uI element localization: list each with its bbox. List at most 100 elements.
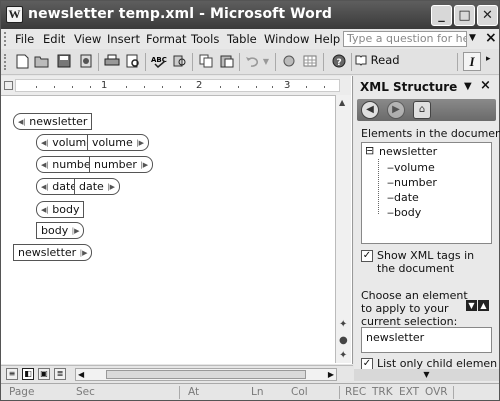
elements-label: Elements in the document: bbox=[361, 127, 500, 140]
element-selection-item[interactable]: newsletter bbox=[366, 331, 424, 344]
toolbar-separator bbox=[351, 53, 352, 71]
undo-icon[interactable] bbox=[244, 53, 260, 69]
horizontal-ruler[interactable]: 1 2 3 bbox=[1, 76, 351, 96]
elements-tree[interactable]: ⊟ newsletter ‒volume ‒number ‒date ‒body bbox=[361, 142, 492, 244]
maximize-button[interactable]: □ bbox=[454, 5, 475, 26]
reorder-arrows[interactable]: ▼ ▲ bbox=[465, 300, 489, 311]
research-icon[interactable] bbox=[172, 53, 188, 69]
horizontal-scrollbar[interactable]: ◀ ▶ bbox=[75, 368, 337, 381]
show-xml-tags-checkbox[interactable]: ✓ bbox=[361, 250, 373, 262]
web-layout-view-icon[interactable]: ◧ bbox=[22, 368, 34, 380]
pane-dropdown-icon[interactable]: ▼ bbox=[464, 81, 472, 92]
menu-grip-handle[interactable] bbox=[4, 32, 8, 46]
show-xml-tags-option[interactable]: ✓ Show XML tags in the document bbox=[361, 249, 493, 275]
print-layout-view-icon[interactable]: ▣ bbox=[38, 368, 50, 380]
pane-title: XML Structure bbox=[360, 80, 458, 94]
xml-tag-date-close[interactable]: date |▶ bbox=[74, 178, 121, 195]
undo-dropdown-icon[interactable]: ▼ bbox=[261, 53, 271, 69]
permission-icon[interactable] bbox=[78, 53, 94, 69]
next-object-icon[interactable]: ✦ bbox=[339, 350, 347, 361]
italic-button[interactable]: I bbox=[463, 52, 481, 71]
menu-edit[interactable]: Edit bbox=[43, 32, 65, 46]
tree-node-date[interactable]: ‒date bbox=[387, 191, 419, 204]
read-button-label: Read bbox=[370, 53, 400, 67]
ruler-number: 3 bbox=[284, 80, 291, 91]
print-preview-icon[interactable] bbox=[125, 53, 141, 69]
save-icon[interactable] bbox=[56, 53, 72, 69]
tab-selector-icon[interactable] bbox=[4, 81, 13, 90]
xml-tag-volume-close[interactable]: volume |▶ bbox=[87, 134, 150, 151]
menu-view[interactable]: View bbox=[74, 32, 101, 46]
standard-toolbar: ABC ▼ ? Read I ▸ bbox=[1, 49, 499, 75]
xml-tag-body-close[interactable]: body |▶ bbox=[36, 222, 85, 239]
table-icon[interactable] bbox=[302, 53, 318, 69]
document-close-icon[interactable]: × bbox=[485, 30, 497, 46]
help-icon[interactable]: ? bbox=[331, 53, 347, 69]
svg-text:ABC: ABC bbox=[151, 56, 167, 64]
tree-node-root[interactable]: newsletter bbox=[379, 145, 437, 158]
home-icon[interactable]: ⌂ bbox=[413, 101, 431, 119]
spelling-icon[interactable]: ABC bbox=[151, 53, 167, 69]
menu-table[interactable]: Table bbox=[227, 32, 257, 46]
menu-help[interactable]: Help bbox=[314, 32, 340, 46]
pane-close-icon[interactable]: × bbox=[480, 78, 491, 93]
outline-view-icon[interactable]: ≣ bbox=[54, 368, 66, 380]
title-bar[interactable]: W newsletter temp.xml - Microsoft Word _… bbox=[1, 1, 499, 29]
menu-format[interactable]: Format bbox=[146, 32, 187, 46]
xml-tag-newsletter-open[interactable]: ◀| newsletter bbox=[13, 113, 93, 130]
menu-file[interactable]: File bbox=[15, 32, 34, 46]
status-page: Page bbox=[9, 386, 35, 398]
toolbar-separator bbox=[192, 53, 193, 71]
xml-structure-pane: XML Structure ▼ × ◀ ▶ ⌂ Elements in the … bbox=[354, 76, 500, 382]
tree-collapse-icon[interactable]: ⊟ bbox=[365, 144, 374, 157]
select-browse-object-icon[interactable]: ● bbox=[339, 335, 348, 346]
ruler-number: 1 bbox=[101, 80, 108, 91]
status-ext[interactable]: EXT bbox=[399, 386, 419, 398]
status-rec[interactable]: REC bbox=[345, 386, 366, 398]
status-ovr[interactable]: OVR bbox=[425, 386, 448, 398]
previous-object-icon[interactable]: ✦ bbox=[339, 319, 347, 330]
xml-tag-newsletter-close[interactable]: newsletter |▶ bbox=[13, 244, 93, 261]
toolbar-grip-handle[interactable] bbox=[4, 54, 8, 70]
close-button[interactable]: ✕ bbox=[477, 5, 498, 26]
menu-window[interactable]: Window bbox=[264, 32, 309, 46]
view-buttons-bar: ≡ ◧ ▣ ≣ ◀ ▶ bbox=[1, 365, 353, 382]
status-trk[interactable]: TRK bbox=[372, 386, 393, 398]
help-dropdown-icon[interactable]: ▼ bbox=[469, 33, 476, 43]
toolbar-separator bbox=[323, 53, 324, 71]
tree-node-number[interactable]: ‒number bbox=[387, 176, 437, 189]
open-folder-icon[interactable] bbox=[34, 53, 50, 69]
normal-view-icon[interactable]: ≡ bbox=[6, 368, 18, 380]
pane-scroll-down-icon[interactable]: ▼ bbox=[354, 369, 499, 381]
read-button[interactable]: Read bbox=[355, 53, 400, 70]
document-area[interactable]: 1 2 3 ◀| newsletter ◀| volume volume |▶ … bbox=[1, 76, 353, 364]
scroll-left-icon[interactable]: ◀ bbox=[78, 370, 84, 379]
paste-icon[interactable] bbox=[219, 53, 235, 69]
move-down-icon[interactable]: ▼ bbox=[466, 300, 477, 311]
hyperlink-icon[interactable] bbox=[281, 53, 297, 69]
move-up-icon[interactable]: ▲ bbox=[478, 300, 489, 311]
element-selection-list[interactable]: newsletter bbox=[361, 327, 492, 353]
scroll-up-icon[interactable]: ▲ bbox=[339, 98, 345, 107]
xml-tag-number-close[interactable]: number |▶ bbox=[89, 156, 154, 173]
tree-node-body[interactable]: ‒body bbox=[387, 206, 421, 219]
document-vertical-scrollbar[interactable]: ▲ ✦ ● ✦ bbox=[335, 95, 351, 363]
scroll-right-icon[interactable]: ▶ bbox=[328, 370, 334, 379]
help-search-input[interactable]: Type a question for help bbox=[343, 31, 467, 47]
forward-icon[interactable]: ▶ bbox=[387, 101, 405, 119]
toolbar-separator bbox=[239, 53, 240, 71]
menu-bar: File Edit View Insert Format Tools Table… bbox=[1, 29, 499, 49]
word-app-icon[interactable]: W bbox=[6, 6, 23, 23]
toolbar-options-icon[interactable]: ▸ bbox=[486, 54, 491, 64]
new-document-icon[interactable] bbox=[14, 53, 30, 69]
tree-node-volume[interactable]: ‒volume bbox=[387, 161, 435, 174]
print-icon[interactable] bbox=[104, 53, 120, 69]
menu-tools[interactable]: Tools bbox=[191, 32, 219, 46]
menu-insert[interactable]: Insert bbox=[107, 32, 140, 46]
back-icon[interactable]: ◀ bbox=[361, 101, 379, 119]
pane-navigation-bar: ◀ ▶ ⌂ bbox=[357, 99, 496, 121]
minimize-button[interactable]: _ bbox=[431, 5, 452, 26]
copy-icon[interactable] bbox=[198, 53, 214, 69]
xml-tag-body-open[interactable]: ◀| body bbox=[36, 201, 85, 218]
horizontal-scroll-thumb[interactable] bbox=[106, 370, 306, 379]
